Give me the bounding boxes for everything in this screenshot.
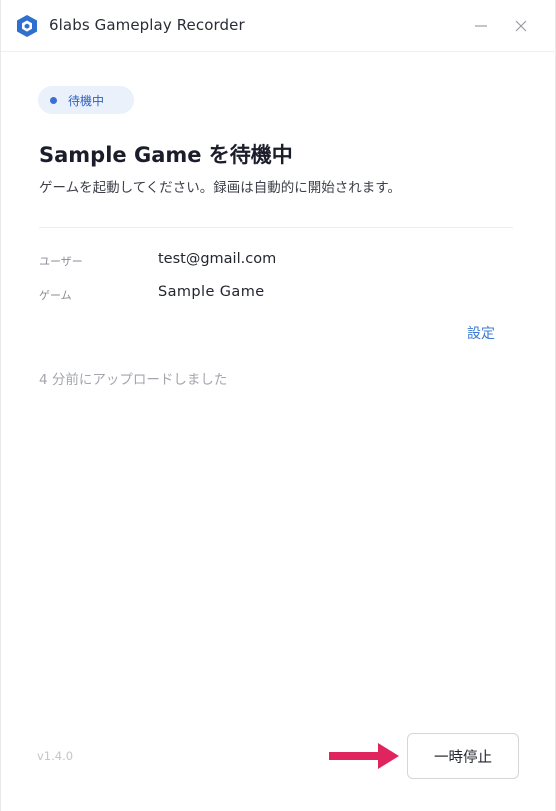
game-label: ゲーム xyxy=(39,289,72,302)
upload-status-text: 4 分前にアップロードしました xyxy=(39,372,228,388)
minimize-button[interactable] xyxy=(467,12,495,40)
app-window: 6labs Gameplay Recorder 待機中 Sample Game … xyxy=(0,0,556,811)
app-logo-icon xyxy=(17,15,37,37)
status-label: 待機中 xyxy=(68,93,105,108)
instruction-text: ゲームを起動してください。録画は自動的に開始されます。 xyxy=(39,180,401,196)
minimize-icon xyxy=(475,25,487,27)
title-bar[interactable]: 6labs Gameplay Recorder xyxy=(1,0,556,52)
settings-link[interactable]: 設定 xyxy=(467,323,495,343)
arrow-right-icon xyxy=(329,743,399,769)
user-label: ユーザー xyxy=(39,255,83,268)
game-value: Sample Game xyxy=(158,284,265,300)
app-title: 6labs Gameplay Recorder xyxy=(49,16,245,34)
status-badge: 待機中 xyxy=(38,86,134,114)
status-dot-icon xyxy=(50,96,57,104)
user-value: test@gmail.com xyxy=(158,251,277,267)
close-button[interactable] xyxy=(507,12,535,40)
version-label: v1.4.0 xyxy=(37,749,74,763)
close-icon xyxy=(515,20,527,32)
divider xyxy=(39,227,513,228)
page-title: Sample Game を待機中 xyxy=(39,143,293,167)
pause-button[interactable]: 一時停止 xyxy=(407,733,519,779)
